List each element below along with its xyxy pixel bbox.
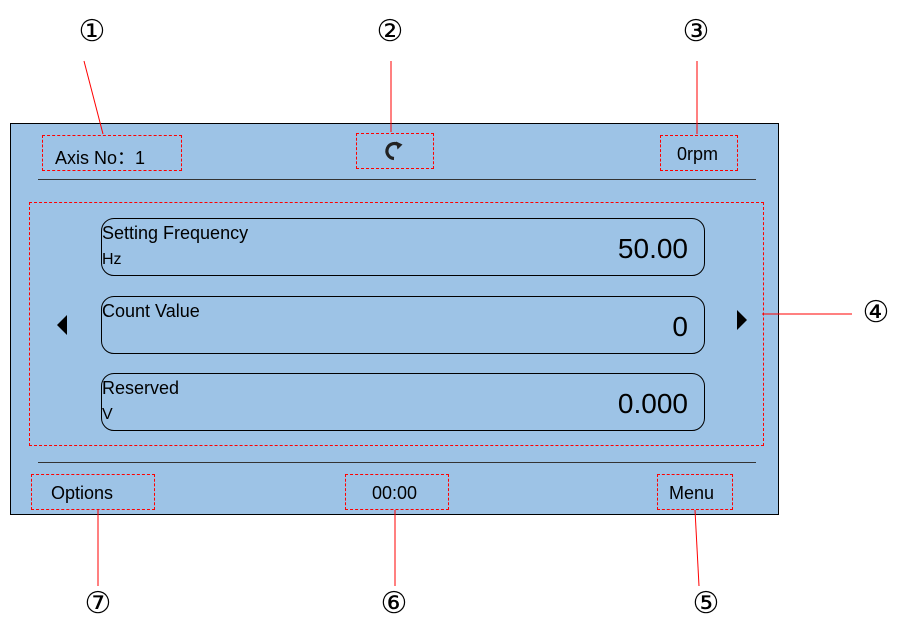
- options-label: Options: [51, 483, 114, 503]
- header-divider: [38, 179, 756, 180]
- callout-5: ⑤: [692, 586, 720, 621]
- menu-button[interactable]: Menu: [657, 474, 733, 510]
- param-name: Count Value: [102, 301, 200, 321]
- callout-1: ①: [78, 14, 106, 49]
- page-right-arrow[interactable]: [737, 310, 747, 330]
- speed-readout: 0rpm: [677, 144, 719, 164]
- run-status-box[interactable]: [356, 133, 434, 169]
- param-card-reserved[interactable]: Reserved V 0.000: [101, 373, 705, 431]
- timer-readout: 00:00: [372, 483, 418, 503]
- callout-6: ⑥: [380, 586, 408, 621]
- menu-label: Menu: [669, 483, 715, 503]
- param-value: 0.000: [617, 388, 688, 419]
- param-value: 50.00: [617, 233, 688, 264]
- page-left-arrow[interactable]: [57, 315, 67, 335]
- refresh-icon: [385, 141, 403, 161]
- param-card-setting-frequency[interactable]: Setting Frequency Hz 50.00: [101, 218, 705, 276]
- callout-2: ②: [376, 14, 404, 49]
- axis-number-box[interactable]: Axis No：1: [42, 135, 182, 171]
- callout-7: ⑦: [84, 586, 112, 621]
- param-unit: Hz: [102, 251, 122, 268]
- callout-4: ④: [862, 295, 890, 330]
- options-button[interactable]: Options: [31, 474, 155, 510]
- param-name: Reserved: [102, 378, 180, 398]
- param-value: 0: [672, 311, 688, 342]
- device-screen: Axis No：1 0rpm Setting Frequency Hz 50.0…: [10, 123, 779, 515]
- param-name: Setting Frequency: [102, 223, 249, 243]
- leader-line-5: [694, 509, 700, 587]
- axis-number-label: Axis No：1: [55, 148, 146, 168]
- timer-box: 00:00: [345, 474, 449, 510]
- param-card-count-value[interactable]: Count Value 0: [101, 296, 705, 354]
- speed-box[interactable]: 0rpm: [660, 135, 738, 171]
- param-unit: V: [102, 406, 113, 423]
- callout-3: ③: [682, 14, 710, 49]
- footer-divider: [38, 462, 756, 463]
